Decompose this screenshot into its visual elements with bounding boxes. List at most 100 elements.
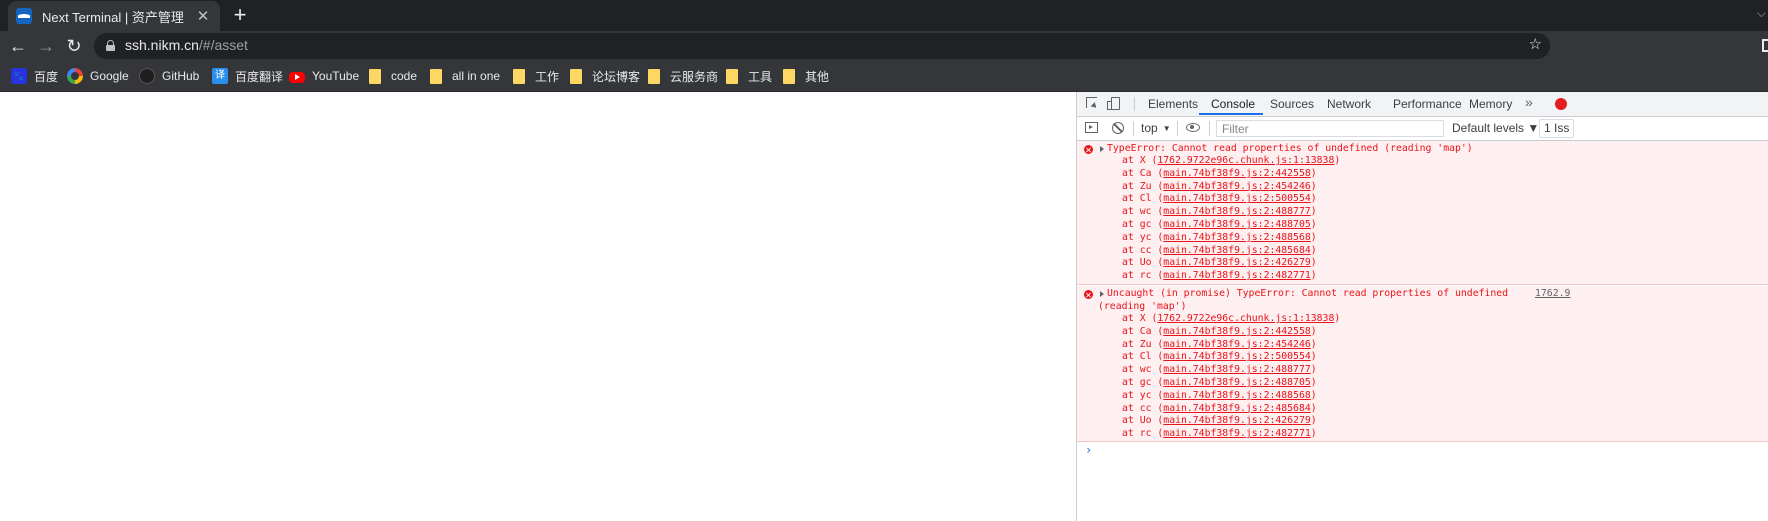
expand-triangle-icon[interactable] <box>1100 146 1104 152</box>
browser-tab[interactable]: Next Terminal | 资产管理 ✕ <box>8 1 220 31</box>
stack-source-link[interactable]: 1762.9722e96c.chunk.js:1:13838 <box>1157 313 1334 324</box>
bookmark-folder-all-in-one[interactable]: all in one <box>430 67 500 85</box>
stack-frame-close: ) <box>1310 231 1317 243</box>
bookmark-folder-tools[interactable]: 工具 <box>726 67 772 85</box>
stack-source-link[interactable]: main.74bf38f9.js:2:488705 <box>1163 219 1310 230</box>
stack-frame-close: ) <box>1310 377 1317 388</box>
stack-source-link[interactable]: main.74bf38f9.js:2:442558 <box>1163 168 1310 179</box>
stack-source-link[interactable]: main.74bf38f9.js:2:426279 <box>1163 415 1310 426</box>
stack-trace-line: at rc (main.74bf38f9.js:2:482771) <box>1122 428 1317 439</box>
tab-performance[interactable]: Performance <box>1393 97 1462 111</box>
stack-frame-close: ) <box>1310 325 1317 337</box>
new-tab-button[interactable]: + <box>230 3 250 27</box>
stack-source-link[interactable]: main.74bf38f9.js:2:488705 <box>1163 377 1310 388</box>
stack-source-link[interactable]: main.74bf38f9.js:2:482771 <box>1163 428 1310 439</box>
lock-icon[interactable] <box>106 40 115 51</box>
tab-network[interactable]: Network <box>1327 97 1371 111</box>
issues-button[interactable]: 1 Iss <box>1539 119 1575 138</box>
page-content <box>0 92 1076 521</box>
bookmark-star-icon[interactable]: ☆ <box>1529 35 1542 53</box>
stack-source-link[interactable]: main.74bf38f9.js:2:454246 <box>1163 339 1310 350</box>
tab-console[interactable]: Console <box>1211 97 1255 111</box>
bookmark-google[interactable]: Google <box>67 67 129 85</box>
bookmark-github[interactable]: GitHub <box>139 67 199 85</box>
stack-source-link[interactable]: main.74bf38f9.js:2:488568 <box>1163 232 1310 243</box>
chevron-down-icon: ▼ <box>1162 124 1171 133</box>
stack-source-link[interactable]: main.74bf38f9.js:2:426279 <box>1163 257 1310 268</box>
tab-close-icon[interactable]: ✕ <box>194 7 212 25</box>
stack-source-link[interactable]: main.74bf38f9.js:2:442558 <box>1163 326 1310 337</box>
stack-frame-label: at yc ( <box>1122 231 1164 243</box>
tab-search-chevron-icon[interactable]: ⌵ <box>1757 6 1766 21</box>
stack-trace-line: at Ca (main.74bf38f9.js:2:442558) <box>1122 168 1317 179</box>
live-expression-eye-icon[interactable] <box>1186 123 1200 132</box>
forward-button[interactable]: → <box>34 34 58 58</box>
console-filter-input[interactable] <box>1216 120 1444 137</box>
stack-trace-line: at Cl (main.74bf38f9.js:2:500554) <box>1122 351 1317 362</box>
tab-elements[interactable]: Elements <box>1148 97 1198 111</box>
error-text: TypeError: Cannot read properties of und… <box>1107 143 1473 154</box>
expand-triangle-icon[interactable] <box>1100 291 1104 297</box>
side-panel-icon[interactable] <box>1762 39 1768 52</box>
stack-trace-line: at X (1762.9722e96c.chunk.js:1:13838) <box>1122 313 1340 324</box>
stack-frame-label: at wc ( <box>1122 206 1164 218</box>
stack-frame-close: ) <box>1310 244 1317 256</box>
bookmark-youtube[interactable]: YouTube <box>289 67 359 85</box>
bookmark-folder-forum-blog[interactable]: 论坛博客 <box>570 67 640 85</box>
bookmark-label: 工作 <box>535 69 560 84</box>
bookmark-baidu[interactable]: 🐾 百度 <box>11 67 58 85</box>
stack-source-link[interactable]: main.74bf38f9.js:2:500554 <box>1163 351 1310 362</box>
stack-frame-label: at rc ( <box>1122 270 1164 282</box>
stack-source-link[interactable]: main.74bf38f9.js:2:488777 <box>1163 364 1310 375</box>
error-text-continued: (reading 'map') <box>1098 301 1187 312</box>
github-icon <box>139 68 155 84</box>
url-path: /#/asset <box>198 37 248 53</box>
context-selector[interactable]: top ▼ <box>1141 121 1171 135</box>
stack-frame-close: ) <box>1310 167 1317 179</box>
bookmark-folder-other[interactable]: 其他 <box>783 67 829 85</box>
console-output: TypeError: Cannot read properties of und… <box>1077 141 1768 521</box>
stack-source-link[interactable]: main.74bf38f9.js:2:488777 <box>1163 206 1310 217</box>
tab-memory[interactable]: Memory <box>1469 97 1512 111</box>
stack-frame-close: ) <box>1310 402 1317 414</box>
address-url[interactable]: ssh.nikm.cn/#/asset <box>125 37 248 53</box>
bookmark-folder-code[interactable]: code <box>369 67 417 85</box>
stack-source-link[interactable]: 1762.9722e96c.chunk.js:1:13838 <box>1157 155 1334 166</box>
stack-trace-line: at cc (main.74bf38f9.js:2:485684) <box>1122 245 1317 256</box>
back-button[interactable]: ← <box>6 34 30 58</box>
stack-frame-label: at Uo ( <box>1122 257 1164 269</box>
stack-source-link[interactable]: main.74bf38f9.js:2:482771 <box>1163 270 1310 281</box>
log-levels-dropdown[interactable]: Default levels ▼ <box>1452 121 1539 135</box>
stack-source-link[interactable]: main.74bf38f9.js:2:485684 <box>1163 245 1310 256</box>
stack-trace-line: at Zu (main.74bf38f9.js:2:454246) <box>1122 339 1317 350</box>
folder-icon <box>513 68 525 84</box>
bookmark-baidu-translate[interactable]: 译百度翻译 <box>212 67 283 85</box>
console-sidebar-icon[interactable] <box>1085 122 1098 133</box>
stack-source-link[interactable]: main.74bf38f9.js:2:500554 <box>1163 193 1310 204</box>
error-source-link[interactable]: 1762.9 <box>1535 288 1570 299</box>
stack-frame-label: at Zu ( <box>1122 338 1164 350</box>
address-bar[interactable]: ssh.nikm.cn/#/asset ☆ <box>94 33 1550 59</box>
clear-console-icon[interactable] <box>1112 122 1124 134</box>
inspect-element-icon[interactable] <box>1085 96 1101 112</box>
more-tabs-icon[interactable]: » <box>1525 94 1533 110</box>
stack-source-link[interactable]: main.74bf38f9.js:2:485684 <box>1163 403 1310 414</box>
stack-frame-close: ) <box>1334 313 1341 324</box>
stack-source-link[interactable]: main.74bf38f9.js:2:488568 <box>1163 390 1310 401</box>
tab-title: Next Terminal | 资产管理 <box>42 9 184 25</box>
error-count-badge-icon[interactable] <box>1555 98 1567 110</box>
tab-sources[interactable]: Sources <box>1270 97 1314 111</box>
reload-button[interactable]: ↻ <box>62 34 86 58</box>
device-toolbar-icon[interactable] <box>1107 96 1123 112</box>
console-error-message: Uncaught (in promise) TypeError: Cannot … <box>1077 286 1768 442</box>
stack-trace-line: at yc (main.74bf38f9.js:2:488568) <box>1122 390 1317 401</box>
console-prompt-icon[interactable]: › <box>1085 443 1092 457</box>
bookmark-folder-cloud-providers[interactable]: 云服务商 <box>648 67 718 85</box>
bookmark-folder-work[interactable]: 工作 <box>513 67 559 85</box>
stack-trace-line: at gc (main.74bf38f9.js:2:488705) <box>1122 219 1317 230</box>
stack-trace-line: at X (1762.9722e96c.chunk.js:1:13838) <box>1122 155 1340 166</box>
stack-frame-label: at yc ( <box>1122 389 1164 401</box>
stack-source-link[interactable]: main.74bf38f9.js:2:454246 <box>1163 181 1310 192</box>
folder-icon <box>369 68 381 84</box>
bookmark-label: all in one <box>452 69 501 83</box>
